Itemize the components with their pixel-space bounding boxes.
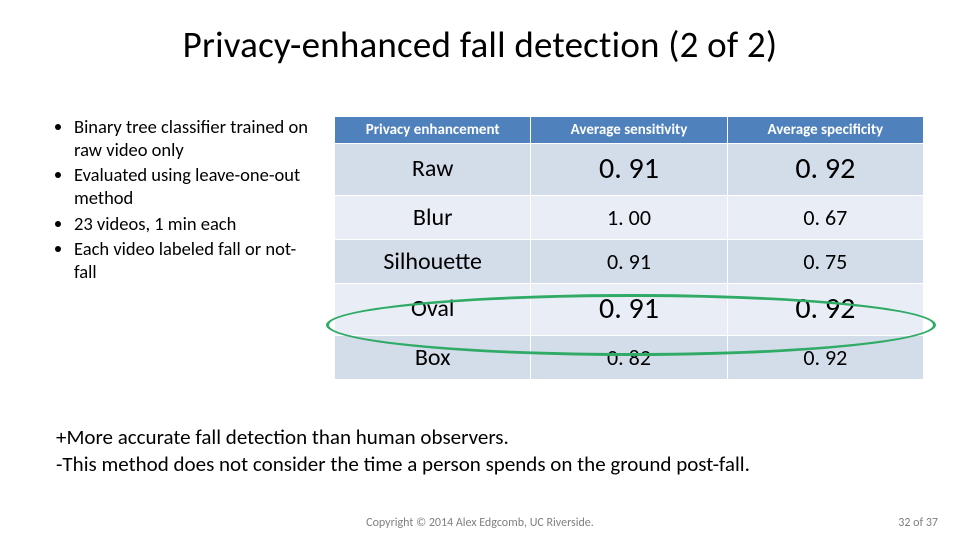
- bullet-item: Each video labeled fall or not-fall: [74, 237, 310, 283]
- table-header-row: Privacy enhancement Average sensitivity …: [335, 117, 924, 144]
- page-sep: of: [910, 516, 925, 530]
- results-table-container: Privacy enhancement Average sensitivity …: [334, 116, 924, 380]
- table-row: Oval 0. 91 0. 92: [335, 284, 924, 336]
- table-cell: Oval: [335, 284, 531, 336]
- copyright-text: Copyright © 2014 Alex Edgcomb, UC Rivers…: [0, 516, 960, 530]
- table-row: Raw 0. 91 0. 92: [335, 144, 924, 196]
- table-cell: 0. 91: [531, 240, 727, 284]
- page-number: 32 of 37: [898, 516, 938, 530]
- table-row: Blur 1. 00 0. 67: [335, 196, 924, 240]
- table-cell: 0. 91: [531, 144, 727, 196]
- table-cell: 0. 75: [727, 240, 923, 284]
- results-table: Privacy enhancement Average sensitivity …: [334, 116, 924, 380]
- table-row: Box 0. 82 0. 92: [335, 336, 924, 380]
- table-cell: 1. 00: [531, 196, 727, 240]
- notes-block: +More accurate fall detection than human…: [56, 424, 750, 478]
- table-cell: Silhouette: [335, 240, 531, 284]
- note-positive: +More accurate fall detection than human…: [56, 424, 750, 451]
- bullet-list: Binary tree classifier trained on raw vi…: [60, 115, 310, 285]
- bullet-item: 23 videos, 1 min each: [74, 212, 310, 235]
- table-cell: 0. 91: [531, 284, 727, 336]
- page-title: Privacy-enhanced fall detection (2 of 2): [0, 22, 960, 67]
- bullet-item: Binary tree classifier trained on raw vi…: [74, 115, 310, 161]
- bullet-item: Evaluated using leave-one-out method: [74, 163, 310, 209]
- table-cell: 0. 92: [727, 284, 923, 336]
- table-cell: Box: [335, 336, 531, 380]
- table-cell: Raw: [335, 144, 531, 196]
- table-row: Silhouette 0. 91 0. 75: [335, 240, 924, 284]
- table-cell: 0. 67: [727, 196, 923, 240]
- page-current: 32: [898, 516, 910, 530]
- table-header: Average sensitivity: [531, 117, 727, 144]
- slide: Privacy-enhanced fall detection (2 of 2)…: [0, 0, 960, 540]
- table-cell: Blur: [335, 196, 531, 240]
- note-negative: -This method does not consider the time …: [56, 451, 750, 478]
- table-cell: 0. 92: [727, 144, 923, 196]
- table-cell: 0. 92: [727, 336, 923, 380]
- page-total: 37: [926, 516, 938, 530]
- table-cell: 0. 82: [531, 336, 727, 380]
- table-header: Privacy enhancement: [335, 117, 531, 144]
- table-header: Average specificity: [727, 117, 923, 144]
